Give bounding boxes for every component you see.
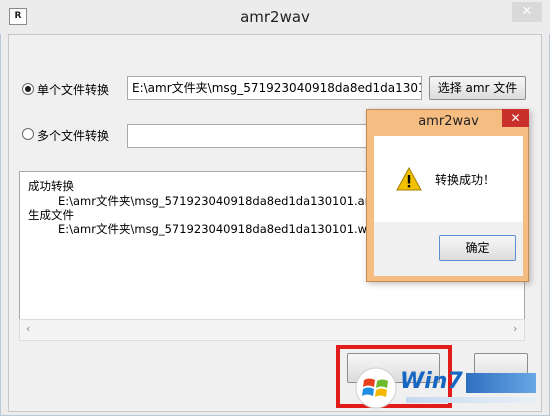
multi-file-radio[interactable] — [22, 128, 34, 140]
dialog-message-area: 转换成功！ — [374, 136, 523, 222]
log-line: E:\amr文件夹\msg_571923040918da8ed1da130101… — [58, 222, 381, 236]
dialog-ok-button[interactable]: 确定 — [439, 235, 516, 261]
dialog-close-button[interactable]: ✕ — [502, 109, 529, 127]
success-dialog: amr2wav ✕ 转换成功！ 确定 — [366, 109, 529, 282]
warning-icon — [396, 166, 422, 191]
watermark-underline — [406, 397, 536, 403]
watermark-text: Win7 — [400, 369, 463, 394]
single-file-label: 单个文件转换 — [37, 83, 110, 97]
dialog-message: 转换成功！ — [435, 173, 496, 187]
watermark-banner — [466, 373, 536, 393]
scroll-left-icon[interactable]: ‹ — [26, 322, 30, 335]
watermark: Win7 — [400, 369, 540, 409]
multi-file-path-input[interactable] — [127, 124, 372, 148]
single-file-radio[interactable] — [22, 83, 34, 95]
windows-logo-icon — [355, 367, 397, 409]
multi-file-label: 多个文件转换 — [37, 129, 110, 143]
dialog-body: 转换成功！ 确定 — [374, 136, 523, 276]
single-file-path-input[interactable]: E:\amr文件夹\msg_571923040918da8ed1da130101… — [127, 76, 422, 100]
window-close-button[interactable]: ✕ — [512, 2, 542, 22]
window-title: amr2wav — [240, 8, 310, 26]
log-horizontal-scrollbar[interactable] — [19, 319, 525, 341]
scroll-right-icon[interactable]: › — [513, 322, 517, 335]
select-amr-file-button[interactable]: 选择 amr 文件 — [429, 76, 526, 100]
log-line: 成功转换 — [28, 179, 74, 193]
log-line: E:\amr文件夹\msg_571923040918da8ed1da130101… — [58, 194, 381, 208]
